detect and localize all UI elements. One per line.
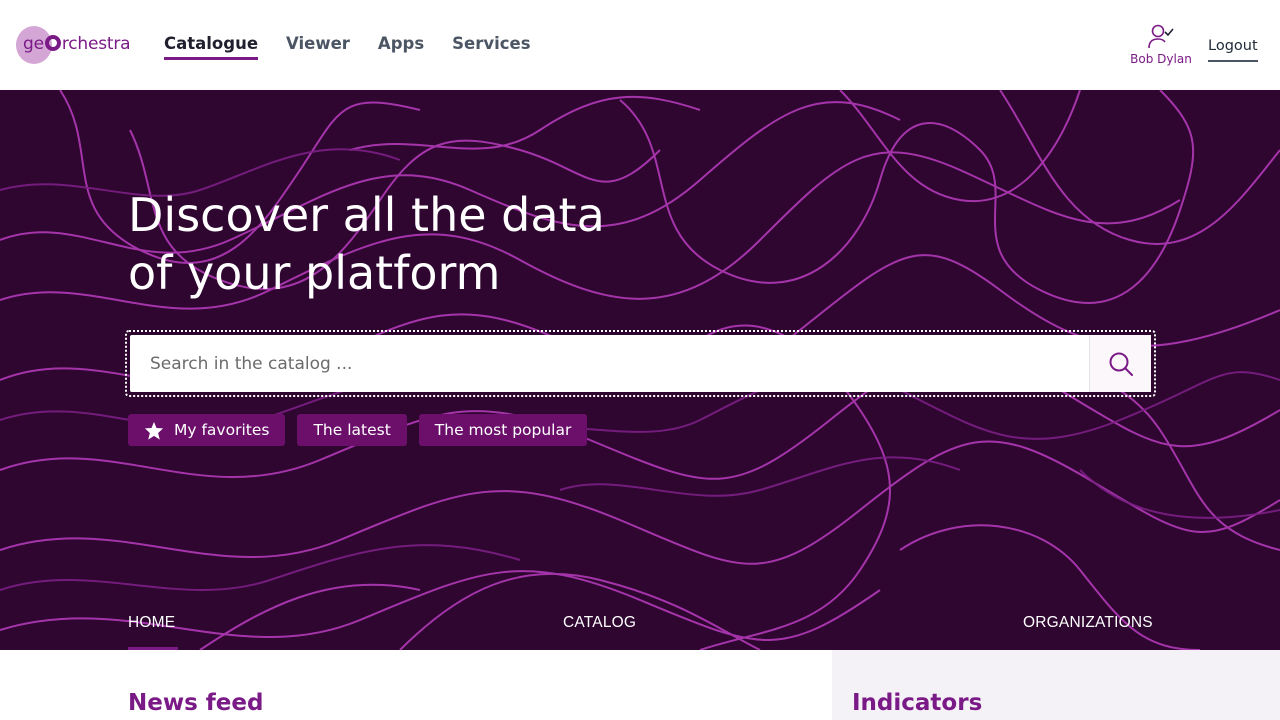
user-account[interactable]: Bob Dylan	[1126, 24, 1196, 66]
hero-tabs: HOME CATALOG ORGANIZATIONS	[0, 600, 1280, 650]
chip-the-latest[interactable]: The latest	[297, 414, 407, 446]
main-nav: Catalogue Viewer Apps Services	[164, 34, 531, 60]
hero-banner: Discover all the data of your platform M…	[0, 90, 1280, 650]
search-button[interactable]	[1089, 335, 1151, 392]
indicators-section: Indicators	[832, 650, 1280, 720]
nav-item-catalogue[interactable]: Catalogue	[164, 34, 259, 60]
nav-item-services[interactable]: Services	[452, 34, 530, 60]
chip-most-popular[interactable]: The most popular	[418, 414, 588, 446]
top-header: ge rchestra Catalogue Viewer Apps Service…	[0, 0, 1280, 90]
hero-title: Discover all the data of your platform	[128, 188, 605, 300]
user-check-icon	[1148, 24, 1174, 49]
georchestra-logo[interactable]: ge rchestra	[16, 26, 141, 64]
search-icon	[1109, 352, 1133, 376]
logo-text-pre: ge	[23, 34, 44, 54]
logout-link[interactable]: Logout	[1208, 38, 1258, 62]
quick-filters: My favorites The latest The most popular	[128, 414, 588, 446]
nav-item-apps[interactable]: Apps	[378, 34, 424, 60]
logo-text: ge rchestra	[23, 34, 131, 54]
tab-organizations[interactable]: ORGANIZATIONS	[1023, 614, 1153, 632]
user-name: Bob Dylan	[1130, 52, 1192, 66]
logo-text-post: rchestra	[61, 34, 131, 54]
news-feed-title: News feed	[128, 690, 264, 716]
tab-catalog[interactable]: CATALOG	[563, 614, 636, 632]
tab-home[interactable]: HOME	[128, 614, 175, 632]
search-inner	[130, 335, 1151, 392]
news-feed-section: News feed	[0, 650, 832, 720]
logo-ring-icon	[44, 35, 61, 51]
search-input[interactable]	[130, 335, 1092, 392]
nav-item-viewer[interactable]: Viewer	[286, 34, 350, 60]
star-icon	[144, 421, 164, 440]
indicators-title: Indicators	[852, 690, 983, 716]
chip-my-favorites[interactable]: My favorites	[128, 414, 286, 446]
chip-label: My favorites	[174, 421, 270, 439]
search-box	[125, 330, 1156, 397]
